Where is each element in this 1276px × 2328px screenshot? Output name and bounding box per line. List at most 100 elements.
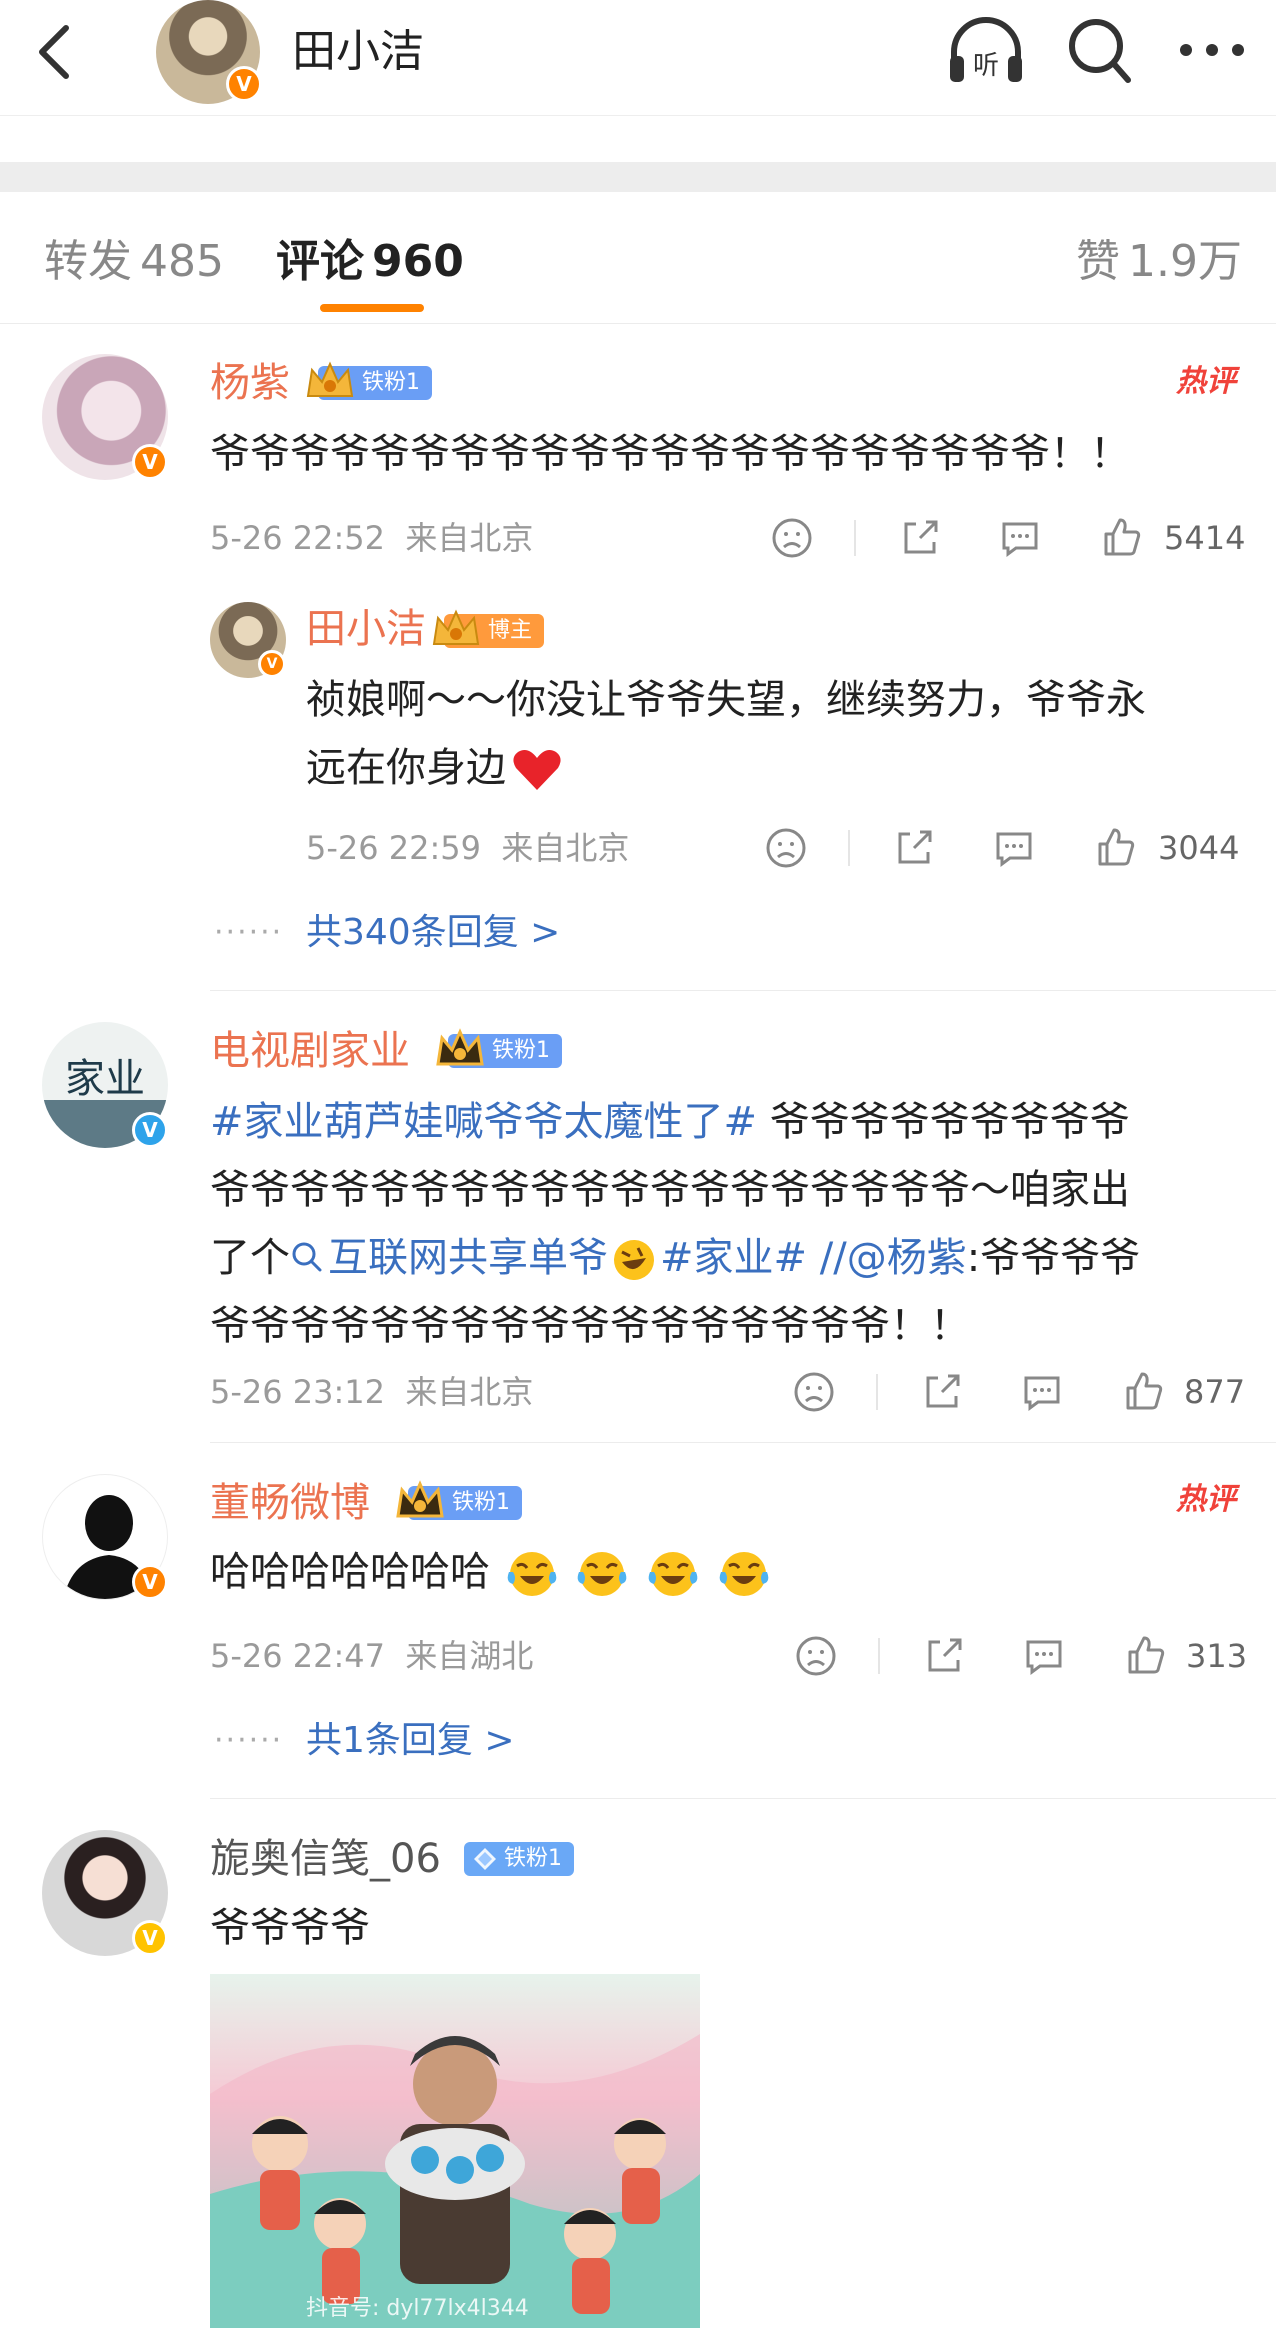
- thumbs-up-icon: [1098, 828, 1135, 866]
- search-icon: [292, 1242, 322, 1272]
- comment-icon: [1024, 1376, 1060, 1411]
- hot-comment-tag: 热评: [1176, 364, 1236, 399]
- fan-badge: 铁粉1: [306, 361, 432, 400]
- crying-laughing-emoji-icon: [507, 1552, 557, 1596]
- tab-repost-count: 485: [140, 236, 224, 287]
- reply-location: 来自北京: [501, 829, 630, 867]
- top-nav-bar: V 田小洁 听: [0, 0, 1276, 116]
- dislike-button[interactable]: [764, 826, 808, 870]
- fan-badge-label: 铁粉1: [452, 1490, 510, 1515]
- dislike-button[interactable]: [794, 1634, 838, 1678]
- share-icon: [928, 1638, 962, 1672]
- like-count: 5414: [1164, 519, 1246, 557]
- crown-icon: [436, 1028, 484, 1066]
- share-button[interactable]: [892, 826, 936, 870]
- tab-repost-label: 转发: [44, 236, 132, 287]
- crying-laughing-emoji-icon: [578, 1552, 627, 1596]
- mention-link[interactable]: //@杨紫: [807, 1235, 967, 1281]
- search-link-label: 互联网共享单爷: [328, 1235, 608, 1281]
- frown-icon: [772, 518, 812, 558]
- comment-text: 哈哈哈哈哈哈哈: [210, 1538, 773, 1606]
- verified-badge-icon: V: [226, 66, 262, 102]
- comment-text: 爷爷爷爷爷爷爷爷爷爷爷爷爷爷爷爷爷爷爷爷爷！！: [210, 431, 1130, 477]
- fan-badge-label: 铁粉1: [362, 370, 420, 395]
- tab-like-label: 赞: [1076, 236, 1121, 287]
- like-button[interactable]: [1100, 516, 1144, 560]
- comment-text-segment: 了个: [210, 1235, 290, 1281]
- chevron-left-icon: [39, 25, 69, 79]
- verified-badge-icon: V: [132, 1112, 168, 1148]
- more-replies-link[interactable]: 共340条回复 >: [306, 908, 560, 958]
- like-button[interactable]: [1124, 1634, 1168, 1678]
- reply-actions: 3044: [764, 826, 1250, 870]
- image-watermark: 抖音号: dyl77lx4l344: [306, 2296, 529, 2321]
- share-icon: [904, 520, 938, 554]
- comment-meta: 5-26 23:12 来自北京: [210, 1370, 533, 1414]
- search-link[interactable]: 互联网共享单爷: [290, 1235, 608, 1281]
- comment-tabs: 转发 485 评论 960 赞 1.9万: [0, 192, 1276, 324]
- frown-icon: [766, 828, 806, 868]
- reply-time: 5-26 22:59: [306, 829, 482, 867]
- comment-username[interactable]: 董畅微博: [210, 1476, 370, 1530]
- comment-text-line: 了个 互联网共享单爷 #家业# //@杨紫:爷爷爷爷: [210, 1224, 1250, 1292]
- verified-badge-icon: V: [132, 1920, 168, 1956]
- diamond-icon: [474, 1848, 496, 1870]
- heart-emoji-icon: [513, 750, 561, 790]
- comment-location: 来自北京: [405, 1373, 534, 1411]
- page-title[interactable]: 田小洁: [292, 22, 424, 82]
- verified-badge-icon: V: [258, 650, 286, 678]
- crown-icon: [432, 609, 480, 645]
- tab-comment[interactable]: 评论 960: [276, 232, 464, 292]
- dislike-button[interactable]: [792, 1370, 836, 1414]
- reply-button[interactable]: [1020, 1370, 1064, 1414]
- reply-meta: 5-26 22:59 来自北京: [306, 826, 629, 870]
- fan-badge: 铁粉1: [436, 1028, 562, 1068]
- comment-icon: [1026, 1640, 1062, 1675]
- comment-time: 5-26 23:12: [210, 1373, 386, 1411]
- back-button[interactable]: [26, 16, 86, 88]
- comment-username[interactable]: 电视剧家业: [210, 1024, 410, 1078]
- listen-button[interactable]: 听: [944, 12, 1028, 88]
- laughing-emoji-icon: [614, 1240, 654, 1280]
- share-button[interactable]: [922, 1634, 966, 1678]
- comment-meta: 5-26 22:47 来自湖北: [210, 1634, 533, 1678]
- fan-badge-label: 铁粉1: [504, 1846, 562, 1871]
- comment-username[interactable]: 旎奥信笺_06: [210, 1832, 441, 1886]
- hot-comment-tag: 热评: [1176, 1482, 1236, 1517]
- tab-comment-count: 960: [372, 236, 464, 287]
- share-button[interactable]: [898, 516, 942, 560]
- comment-divider: [210, 1798, 1276, 1799]
- hashtag-link[interactable]: #家业#: [660, 1235, 807, 1281]
- tab-comment-label: 评论: [276, 236, 364, 287]
- crying-laughing-emoji-icon: [719, 1552, 769, 1596]
- tab-repost[interactable]: 转发 485: [44, 232, 224, 292]
- reply-text-line: 远在你身边: [306, 734, 1246, 802]
- search-button[interactable]: [1064, 10, 1136, 86]
- verified-badge-icon: V: [132, 1564, 168, 1600]
- comment-text-line: 爷爷爷爷爷爷爷爷爷爷爷爷爷爷爷爷爷爷爷～咱家出: [210, 1167, 1130, 1213]
- verified-badge-icon: V: [132, 444, 168, 480]
- dislike-button[interactable]: [770, 516, 814, 560]
- comment-text-segment: 爷爷爷爷爷爷爷爷爷: [757, 1099, 1130, 1145]
- like-button[interactable]: [1094, 826, 1138, 870]
- svg-text:家业: 家业: [65, 1056, 145, 1102]
- reply-button[interactable]: [998, 516, 1042, 560]
- like-button[interactable]: [1122, 1370, 1166, 1414]
- more-replies-dots: ······: [214, 1723, 284, 1758]
- more-replies-link[interactable]: 共1条回复 >: [306, 1716, 515, 1766]
- more-dots-icon: [1180, 44, 1244, 56]
- more-button[interactable]: [1172, 20, 1252, 80]
- comment-username[interactable]: 杨紫: [210, 356, 290, 410]
- crown-icon: [306, 361, 354, 397]
- comment-text-line: #家业葫芦娃喊爷爷太魔性了# 爷爷爷爷爷爷爷爷爷: [210, 1088, 1250, 1156]
- hashtag-link[interactable]: #家业葫芦娃喊爷爷太魔性了#: [210, 1099, 757, 1145]
- reply-button[interactable]: [992, 826, 1036, 870]
- reply-button[interactable]: [1022, 1634, 1066, 1678]
- comment-image[interactable]: 抖音号: dyl77lx4l344: [210, 1974, 700, 2328]
- share-button[interactable]: [920, 1370, 964, 1414]
- reply-username[interactable]: 田小洁: [306, 602, 426, 656]
- comment-divider: [210, 990, 1276, 991]
- tab-like[interactable]: 赞 1.9万: [1076, 232, 1242, 292]
- like-count: 877: [1184, 1373, 1246, 1411]
- comment-divider: [210, 1442, 1276, 1443]
